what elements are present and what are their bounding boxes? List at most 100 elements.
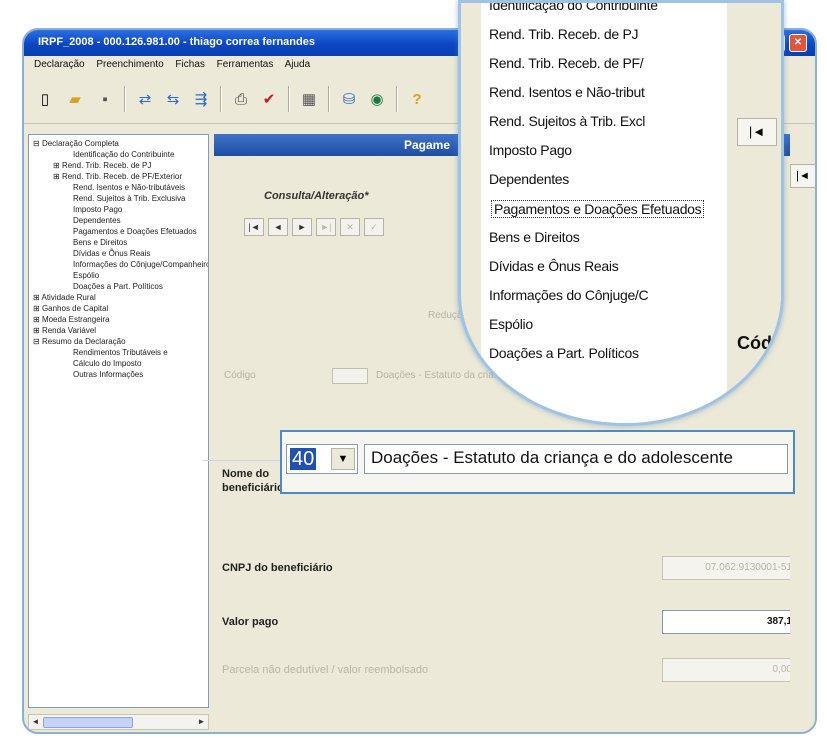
tree-expander-icon[interactable]: ⊟ (33, 139, 42, 148)
tree-expander-icon[interactable]: ⊞ (53, 172, 62, 181)
zoomed-list-item[interactable]: Dívidas e Ônus Reais (489, 258, 619, 274)
tree-item[interactable]: Dívidas e Ônus Reais (29, 248, 208, 259)
tree-item-label: Declaração Completa (41, 139, 119, 148)
navigation-tree: ⊟ Declaração Completa Identificação do Co… (28, 134, 209, 708)
magnifier-lens: Identificação do Contribuinte Rend. Trib.… (458, 0, 784, 426)
zoomed-list-item[interactable]: Rend. Trib. Receb. de PJ (489, 26, 639, 42)
tree-item-label: Rend. Isentos e Não-tributáveis (73, 183, 186, 192)
tree-item[interactable]: Informações do Cônjuge/Companheiro (29, 259, 208, 270)
previous-record-button[interactable]: ◄ (268, 218, 288, 236)
scroll-thumb[interactable] (43, 717, 133, 728)
menu-preenchimento[interactable]: Preenchimento (96, 59, 163, 70)
tree-expander-icon[interactable]: ⊞ (33, 304, 42, 313)
tree-item-label: Rend. Sujeitos à Trib. Exclusiva (73, 194, 186, 203)
tree-item-label: Identificação do Contribuinte (73, 150, 175, 159)
tree-item[interactable]: Bens e Direitos (29, 237, 208, 248)
tree-item-label: Outras Informações (73, 370, 144, 379)
tree-item[interactable]: Espólio (29, 270, 208, 281)
cnpj-field[interactable]: 07.062.9130001-51 (662, 556, 798, 580)
zoomed-first-button[interactable]: |◄ (737, 118, 777, 146)
tree-item[interactable]: Cálculo do Imposto (29, 358, 208, 369)
tree-expander-icon[interactable]: ⊞ (53, 161, 62, 170)
zoomed-list-item[interactable]: Identificação do Contribuinte (489, 3, 658, 13)
zoomed-list-item[interactable]: Pagamentos e Doações Efetuados (491, 200, 705, 218)
parcela-field[interactable]: 0,00 (662, 658, 798, 682)
tree-item[interactable]: ⊟ Declaração Completa (29, 138, 208, 149)
panel-title-text: Pagame (404, 138, 451, 152)
zoomed-list-item[interactable]: Informações do Cônjuge/C (489, 287, 649, 303)
tree-item[interactable]: ⊟ Resumo da Declaração (29, 336, 208, 347)
zoomed-list-item[interactable]: Bens e Direitos (489, 229, 580, 245)
save-icon[interactable]: ▪ (92, 86, 118, 112)
tree-item[interactable]: ⊞ Rend. Trib. Receb. de PJ (29, 160, 208, 171)
last-record-button[interactable]: ►| (316, 218, 336, 236)
first-page-button[interactable]: |◄ (790, 164, 815, 188)
consulta-label: Consulta/Alteração* (264, 190, 369, 202)
first-record-button[interactable]: |◄ (244, 218, 264, 236)
zoomed-list-item[interactable]: Rend. Isentos e Não-tribut (489, 84, 645, 100)
tree-item[interactable]: ⊞ Ganhos de Capital (29, 303, 208, 314)
tree-item[interactable]: Rend. Isentos e Não-tributáveis (29, 182, 208, 193)
zoomed-list-item[interactable]: Rend. Trib. Receb. de PF/ (489, 55, 644, 71)
tree-item-label: Rend. Trib. Receb. de PJ (61, 161, 152, 170)
tree-expander-icon[interactable]: ⊞ (33, 326, 42, 335)
tree-item[interactable]: Rend. Sujeitos à Trib. Exclusiva (29, 193, 208, 204)
globe-icon[interactable]: ◉ (364, 86, 390, 112)
tree-expander-icon[interactable]: ⊞ (33, 315, 42, 324)
zoom-connector (202, 460, 284, 461)
tree-item[interactable]: Outras Informações (29, 369, 208, 380)
verify-icon[interactable]: ✔ (256, 86, 282, 112)
tree-item[interactable]: Dependentes (29, 215, 208, 226)
database-icon[interactable]: ⛁ (336, 86, 362, 112)
print-icon[interactable]: ⎙ (228, 86, 254, 112)
export-icon[interactable]: ⇆ (160, 86, 186, 112)
help-icon[interactable]: ? (404, 86, 430, 112)
next-record-button[interactable]: ► (292, 218, 312, 236)
tree-item[interactable]: Doações a Part. Políticos (29, 281, 208, 292)
confirm-record-button[interactable]: ✓ (364, 218, 384, 236)
codigo-field-faded (332, 368, 368, 384)
beneficiario-code-value: 40 (290, 448, 317, 470)
valor-pago-field[interactable]: 387,1 (662, 610, 798, 634)
zoomed-list-item[interactable]: Espólio (489, 316, 533, 332)
tree-item[interactable]: ⊞ Atividade Rural (29, 292, 208, 303)
transmit-icon[interactable]: ⇶ (188, 86, 214, 112)
zoomed-list-item[interactable]: Imposto Pago (489, 142, 572, 158)
tree-item[interactable]: ⊞ Renda Variável (29, 325, 208, 336)
tree-item-label: Informações do Cônjuge/Companheiro (73, 260, 209, 269)
menu-ajuda[interactable]: Ajuda (285, 59, 311, 70)
cnpj-label: CNPJ do beneficiário (222, 562, 333, 574)
tree-item[interactable]: ⊞ Rend. Trib. Receb. de PF/Exterior (29, 171, 208, 182)
menu-declaracao[interactable]: Declaração (34, 59, 85, 70)
scroll-left-icon[interactable]: ◄ (29, 716, 42, 728)
parcela-label: Parcela não dedutível / valor reembolsad… (222, 664, 429, 676)
tree-item[interactable]: ⊞ Moeda Estrangeira (29, 314, 208, 325)
tree-expander-icon[interactable]: ⊟ (33, 337, 42, 346)
tree-item-label: Atividade Rural (41, 293, 96, 302)
zoomed-list-item[interactable]: Doações a Part. Políticos (489, 345, 639, 361)
tree-item[interactable]: Pagamentos e Doações Efetuados (29, 226, 208, 237)
tree-item[interactable]: Identificação do Contribuinte (29, 149, 208, 160)
menu-fichas[interactable]: Fichas (175, 59, 204, 70)
calculator-icon[interactable]: ▦ (296, 86, 322, 112)
tree-item-label: Ganhos de Capital (41, 304, 109, 313)
beneficiario-code-select[interactable]: 40 ▼ (286, 444, 358, 474)
new-icon[interactable]: ▯ (32, 86, 58, 112)
import-icon[interactable]: ⇄ (132, 86, 158, 112)
open-icon[interactable]: ▰ (62, 86, 88, 112)
tree-item[interactable]: Rendimentos Tributáveis e (29, 347, 208, 358)
codigo-label: Código (224, 370, 256, 381)
nome-label: Nome do (222, 468, 270, 480)
delete-record-button[interactable]: ✕ (340, 218, 360, 236)
scroll-right-icon[interactable]: ► (195, 716, 208, 728)
tree-item[interactable]: Imposto Pago (29, 204, 208, 215)
menu-ferramentas[interactable]: Ferramentas (217, 59, 274, 70)
close-icon[interactable]: ✕ (789, 34, 807, 52)
beneficiario-name-field[interactable]: Doações - Estatuto da criança e do adole… (364, 444, 788, 474)
zoomed-list-item[interactable]: Dependentes (489, 171, 569, 187)
tree-horizontal-scrollbar[interactable]: ◄ ► (28, 714, 209, 730)
zoomed-list-item[interactable]: Rend. Sujeitos à Trib. Excl (489, 113, 645, 129)
tree-item-label: Bens e Direitos (73, 238, 128, 247)
tree-item-label: Imposto Pago (73, 205, 123, 214)
chevron-down-icon[interactable]: ▼ (331, 448, 355, 470)
